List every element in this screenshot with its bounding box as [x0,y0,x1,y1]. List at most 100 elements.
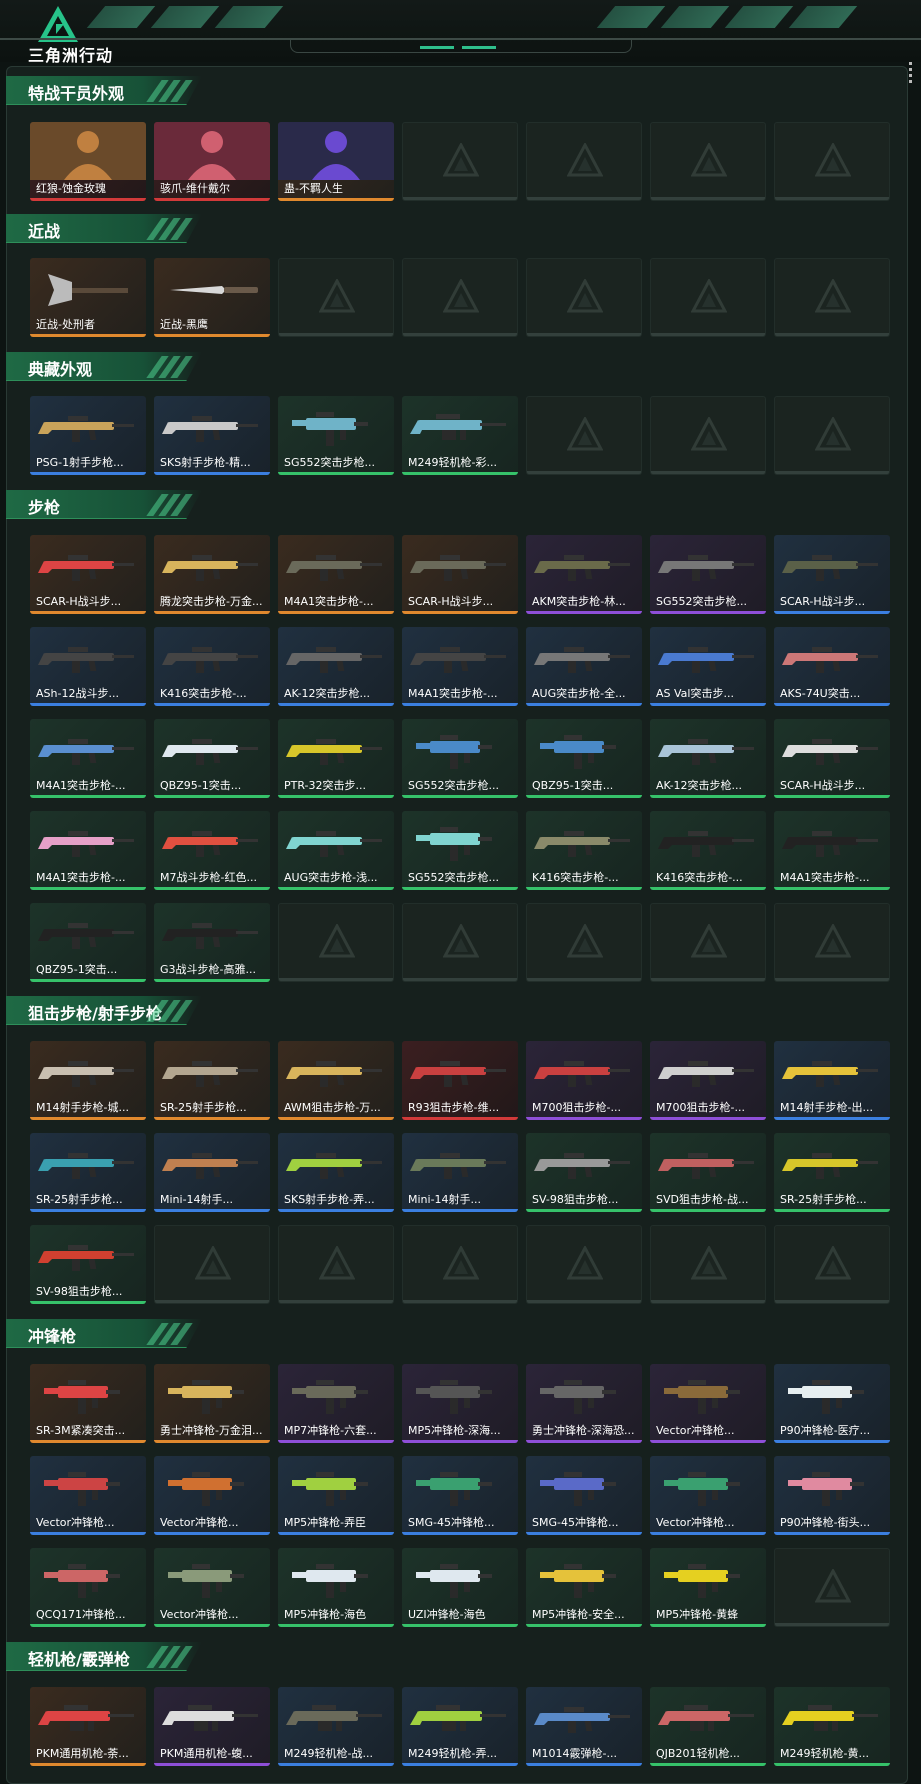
skin-tile[interactable]: PKM通用机枪-荼... [30,1687,146,1766]
skin-tile[interactable]: 红狼-蚀金玫瑰 [30,122,146,201]
skin-tile[interactable]: AUG突击步枪-浅... [278,811,394,890]
skin-tile[interactable]: SG552突击步枪... [278,396,394,475]
skin-tile[interactable]: M14射手步枪-城... [30,1041,146,1120]
skin-tile[interactable]: M700狙击步枪-... [650,1041,766,1120]
skin-tile[interactable]: 蛊-不羁人生 [278,122,394,201]
skin-tile[interactable]: QCQ171冲锋枪... [30,1548,146,1627]
skin-tile[interactable]: AWM狙击步枪-万... [278,1041,394,1120]
skin-tile[interactable]: K416突击步枪-... [154,627,270,706]
skin-tile[interactable]: SKS射手步枪-弄... [278,1133,394,1212]
skin-tile[interactable]: MP7冲锋枪-六套... [278,1364,394,1443]
placeholder-logo-icon [443,279,479,313]
skin-tile[interactable]: 近战-处刑者 [30,258,146,337]
skin-tile[interactable]: M249轻机枪-彩... [402,396,518,475]
skin-label: SV-98狙击步枪... [532,1193,619,1206]
skin-tile[interactable]: M249轻机枪-战... [278,1687,394,1766]
skin-tile[interactable]: 近战-黑鹰 [154,258,270,337]
skin-tile[interactable]: SCAR-H战斗步... [30,535,146,614]
skin-tile[interactable]: MP5冲锋枪-黄蜂 [650,1548,766,1627]
skin-tile[interactable]: M249轻机枪-弄... [402,1687,518,1766]
skin-tile[interactable]: SMG-45冲锋枪... [526,1456,642,1535]
skin-tile[interactable]: AK-12突击步枪... [278,627,394,706]
skin-tile[interactable]: M1014霰弹枪-... [526,1687,642,1766]
skin-tile[interactable]: Mini-14射手... [154,1133,270,1212]
placeholder-logo-icon [567,1246,603,1280]
skin-tile[interactable]: SVD狙击步枪-战... [650,1133,766,1212]
skin-tile[interactable]: Vector冲锋枪... [650,1364,766,1443]
skin-tile[interactable]: MP5冲锋枪-安全... [526,1548,642,1627]
skin-tile[interactable]: UZI冲锋枪-海色 [402,1548,518,1627]
skin-tile[interactable]: Vector冲锋枪... [154,1456,270,1535]
skin-tile[interactable]: Vector冲锋枪... [30,1456,146,1535]
skin-tile[interactable]: MP5冲锋枪-深海... [402,1364,518,1443]
skin-tile[interactable]: AS Val突击步... [650,627,766,706]
skin-tile[interactable]: SV-98狙击步枪... [30,1225,146,1304]
skin-tile[interactable]: 勇士冲锋枪-深海恐... [526,1364,642,1443]
section-title: 狙击步枪/射手步枪 [28,1004,162,1023]
empty-slot [526,903,642,982]
skin-tile[interactable]: SG552突击步枪... [402,811,518,890]
skin-tile[interactable]: SKS射手步枪-精... [154,396,270,475]
skin-tile[interactable]: SR-25射手步枪... [154,1041,270,1120]
skin-tile[interactable]: SCAR-H战斗步... [774,535,890,614]
skin-tile[interactable]: SCAR-H战斗步... [402,535,518,614]
skin-tile[interactable]: 勇士冲锋枪-万金泪... [154,1364,270,1443]
placeholder-logo-icon [691,279,727,313]
skin-tile[interactable]: AK-12突击步枪... [650,719,766,798]
header-stripe [214,6,284,28]
skin-label: SG552突击步枪... [656,595,747,608]
skin-tile[interactable]: K416突击步枪-... [526,811,642,890]
skin-tile[interactable]: SMG-45冲锋枪... [402,1456,518,1535]
skin-label: QJB201轻机枪... [656,1747,740,1760]
skin-tile[interactable]: PKM通用机枪-蝮... [154,1687,270,1766]
skin-tile[interactable]: QJB201轻机枪... [650,1687,766,1766]
skin-tile[interactable]: Mini-14射手... [402,1133,518,1212]
weapon-image [782,1153,878,1179]
weapon-image [416,827,492,861]
skin-tile[interactable]: PTR-32突击步... [278,719,394,798]
skin-tile[interactable]: QBZ95-1突击... [154,719,270,798]
skin-tile[interactable]: M4A1突击步枪-... [30,719,146,798]
skin-tile[interactable]: AKM突击步枪-林... [526,535,642,614]
skin-tile[interactable]: AKS-74U突击... [774,627,890,706]
skin-tile[interactable]: QBZ95-1突击... [30,903,146,982]
skin-tile[interactable]: M4A1突击步枪-... [402,627,518,706]
skin-tile[interactable]: SCAR-H战斗步... [774,719,890,798]
skin-tile[interactable]: M700狙击步枪-... [526,1041,642,1120]
skin-tile[interactable]: SR-25射手步枪... [774,1133,890,1212]
rarity-bar [650,1624,766,1627]
skin-tile[interactable]: M7战斗步枪-红色... [154,811,270,890]
skin-tile[interactable]: MP5冲锋枪-海色 [278,1548,394,1627]
skin-tile[interactable]: SV-98狙击步枪... [526,1133,642,1212]
skin-tile[interactable]: K416突击步枪-... [650,811,766,890]
skin-tile[interactable]: Vector冲锋枪... [650,1456,766,1535]
skin-tile[interactable]: SR-3M紧凑突击... [30,1364,146,1443]
skin-tile[interactable]: P90冲锋枪-街头... [774,1456,890,1535]
weapon-image [170,286,258,294]
skin-tile[interactable]: M14射手步枪-出... [774,1041,890,1120]
skin-tile[interactable]: M249轻机枪-黄... [774,1687,890,1766]
skin-tile[interactable]: ASh-12战斗步... [30,627,146,706]
skin-tile[interactable]: Vector冲锋枪... [154,1548,270,1627]
skin-tile[interactable]: SG552突击步枪... [402,719,518,798]
skin-tile[interactable]: P90冲锋枪-医疗... [774,1364,890,1443]
skin-tile[interactable]: SR-25射手步枪... [30,1133,146,1212]
skin-tile[interactable]: 腾龙突击步枪-万金... [154,535,270,614]
header-stripe [150,6,220,28]
skin-tile[interactable]: G3战斗步枪-高雅... [154,903,270,982]
skin-label: ASh-12战斗步... [36,687,119,700]
skin-label: QCQ171冲锋枪... [36,1608,126,1621]
weapon-image [44,1380,120,1414]
skin-tile[interactable]: 骇爪-维什戴尔 [154,122,270,201]
skin-tile[interactable]: SG552突击步枪... [650,535,766,614]
skin-tile[interactable]: AUG突击步枪-全... [526,627,642,706]
skin-tile[interactable]: QBZ95-1突击... [526,719,642,798]
skin-tile[interactable]: M4A1突击步枪-... [774,811,890,890]
more-menu-icon[interactable] [909,62,913,86]
skin-tile[interactable]: PSG-1射手步枪... [30,396,146,475]
skin-tile[interactable]: R93狙击步枪-维... [402,1041,518,1120]
skin-tile[interactable]: M4A1突击步枪-... [278,535,394,614]
skin-tile[interactable]: M4A1突击步枪-... [30,811,146,890]
rarity-bar [526,1624,642,1627]
skin-tile[interactable]: MP5冲锋枪-弄臣 [278,1456,394,1535]
